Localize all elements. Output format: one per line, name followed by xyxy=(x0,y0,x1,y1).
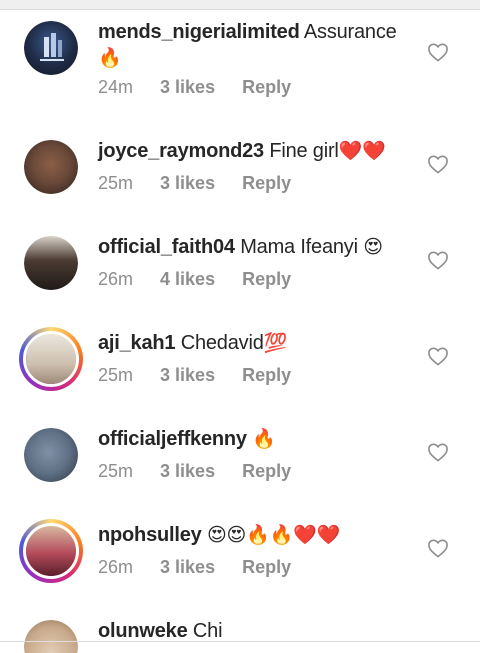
comment-username[interactable]: aji_kah1 xyxy=(98,332,176,354)
comment-username[interactable]: olunweke xyxy=(98,620,188,642)
comment-time: 25m xyxy=(98,173,134,193)
profile-photo-icon xyxy=(26,334,76,384)
comment-likes[interactable]: 3 likes xyxy=(160,557,215,578)
comment-emoji: 💯 xyxy=(263,333,288,354)
comment-time: 26m xyxy=(98,557,134,577)
reply-button[interactable]: Reply xyxy=(242,173,291,194)
reply-button[interactable]: Reply xyxy=(242,557,291,578)
comment-item: mends_nigerialimited Assurance 🔥 24m 3 l… xyxy=(0,21,480,117)
comment-meta: 26m 3 likes Reply xyxy=(98,557,313,578)
heart-icon[interactable] xyxy=(427,442,449,462)
comment-text: npohsulley 😍😍🔥🔥❤️❤️ xyxy=(98,522,413,549)
profile-photo-icon xyxy=(24,140,78,194)
comment-likes[interactable]: 3 likes xyxy=(160,365,215,386)
comment-username[interactable]: officialjeffkenny xyxy=(98,428,247,450)
comment-emoji: 🔥 xyxy=(98,48,122,69)
comment-body: Chi xyxy=(192,620,223,642)
comment-username[interactable]: mends_nigerialimited xyxy=(98,21,300,43)
profile-photo-icon xyxy=(24,236,78,290)
comment-text: officialjeffkenny 🔥 xyxy=(98,426,413,453)
avatar-story-ring[interactable] xyxy=(19,327,83,391)
heart-icon[interactable] xyxy=(427,346,449,366)
comment-emoji: 🔥 xyxy=(252,429,276,450)
comment-body: Assurance xyxy=(303,21,397,43)
comment-likes[interactable]: 3 likes xyxy=(160,173,215,194)
comment-item: joyce_raymond23 Fine girl❤️❤️ 25m 3 like… xyxy=(0,140,480,236)
comment-item: npohsulley 😍😍🔥🔥❤️❤️ 26m 3 likes Reply xyxy=(0,519,480,620)
comment-emoji: ❤️❤️ xyxy=(338,141,386,162)
comment-username[interactable]: npohsulley xyxy=(98,524,202,546)
comment-emoji: 😍 xyxy=(363,237,383,258)
top-divider xyxy=(0,0,480,10)
avatar[interactable] xyxy=(24,620,78,653)
comment-username[interactable]: official_faith04 xyxy=(98,236,235,258)
comment-likes[interactable]: 3 likes xyxy=(160,461,215,482)
comment-meta: 25m 3 likes Reply xyxy=(98,461,313,482)
comment-item: aji_kah1 Chedavid💯 25m 3 likes Reply xyxy=(0,327,480,428)
comment-text: official_faith04 Mama Ifeanyi 😍 xyxy=(98,234,413,261)
comment-meta: 26m 4 likes Reply xyxy=(98,269,313,290)
heart-icon[interactable] xyxy=(427,250,449,270)
bottom-divider xyxy=(0,641,480,642)
comment-text: mends_nigerialimited Assurance 🔥 xyxy=(98,19,413,72)
heart-icon[interactable] xyxy=(427,154,449,174)
comment-likes[interactable]: 3 likes xyxy=(160,77,215,98)
profile-photo-icon xyxy=(24,428,78,482)
comment-time: 25m xyxy=(98,461,134,481)
comment-meta: 24m 3 likes Reply xyxy=(98,77,313,98)
comment-body: Fine girl xyxy=(269,140,339,162)
comment-time: 26m xyxy=(98,269,134,289)
heart-icon[interactable] xyxy=(427,538,449,558)
reply-button[interactable]: Reply xyxy=(242,77,291,98)
comment-meta: 25m 3 likes Reply xyxy=(98,173,313,194)
comment-text: aji_kah1 Chedavid💯 xyxy=(98,330,413,357)
comment-item: olunweke Chi xyxy=(0,620,480,653)
building-logo-icon xyxy=(24,21,78,75)
comment-item: official_faith04 Mama Ifeanyi 😍 26m 4 li… xyxy=(0,236,480,332)
reply-button[interactable]: Reply xyxy=(242,365,291,386)
avatar[interactable] xyxy=(24,140,78,194)
avatar-story-ring[interactable] xyxy=(19,519,83,583)
comment-meta: 25m 3 likes Reply xyxy=(98,365,313,386)
comment-body: Mama Ifeanyi xyxy=(240,236,358,258)
avatar[interactable] xyxy=(24,236,78,290)
comment-item: officialjeffkenny 🔥 25m 3 likes Reply xyxy=(0,428,480,524)
reply-button[interactable]: Reply xyxy=(242,461,291,482)
heart-icon[interactable] xyxy=(427,42,449,62)
comment-time: 24m xyxy=(98,77,134,97)
avatar[interactable] xyxy=(24,428,78,482)
comment-emoji: 😍😍🔥🔥❤️❤️ xyxy=(206,525,340,546)
avatar[interactable] xyxy=(24,21,78,75)
comment-time: 25m xyxy=(98,365,134,385)
reply-button[interactable]: Reply xyxy=(242,269,291,290)
profile-photo-icon xyxy=(26,526,76,576)
profile-photo-icon xyxy=(24,620,78,653)
comment-likes[interactable]: 4 likes xyxy=(160,269,215,290)
comment-text: joyce_raymond23 Fine girl❤️❤️ xyxy=(98,138,413,165)
comment-body: Chedavid xyxy=(180,332,264,354)
comment-username[interactable]: joyce_raymond23 xyxy=(98,140,264,162)
